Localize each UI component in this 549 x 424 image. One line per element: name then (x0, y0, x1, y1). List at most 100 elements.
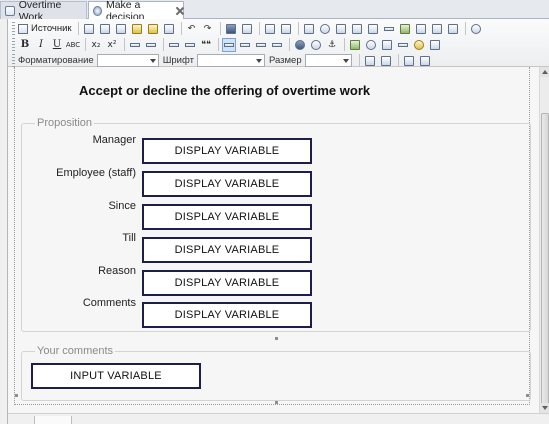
employee-display-variable[interactable]: DISPLAY VARIABLE (142, 171, 312, 197)
comments-input-variable[interactable]: INPUT VARIABLE (31, 363, 201, 389)
button-field-button[interactable] (382, 22, 396, 36)
text-color-button[interactable] (363, 54, 377, 68)
comments-display-variable[interactable]: DISPLAY VARIABLE (142, 302, 312, 328)
since-label: Since (108, 200, 136, 212)
superscript-button[interactable]: x² (105, 38, 119, 52)
paste-text-button[interactable] (146, 22, 160, 36)
separator (297, 22, 299, 35)
italic-button[interactable]: I (34, 38, 48, 52)
font-combo[interactable] (196, 54, 265, 67)
paste-button[interactable] (130, 22, 144, 36)
link-button[interactable] (293, 38, 307, 52)
bottom-tab-strip (8, 413, 549, 424)
underline-button[interactable]: U (50, 38, 64, 52)
till-display-variable[interactable]: DISPLAY VARIABLE (142, 237, 312, 263)
cut-button[interactable] (98, 22, 112, 36)
textarea-button[interactable] (350, 22, 364, 36)
preview-icon (403, 55, 414, 66)
undo-button[interactable]: ↶ (185, 22, 199, 36)
resize-handle[interactable] (275, 337, 278, 340)
strikethrough-button[interactable]: ABC (66, 38, 80, 52)
remove-format-button[interactable] (279, 22, 293, 36)
anchor-button[interactable]: ⚓ (325, 38, 339, 52)
blockquote-button[interactable]: ❝❝ (199, 38, 213, 52)
align-right-button[interactable] (254, 38, 268, 52)
separator (258, 22, 260, 35)
document-icon (5, 5, 15, 16)
preview-button[interactable] (402, 54, 416, 68)
flash-object-icon (366, 39, 376, 50)
table-button[interactable] (380, 38, 394, 52)
radio-button[interactable] (318, 22, 332, 36)
variable-button[interactable] (430, 22, 444, 36)
cut-icon (99, 23, 110, 34)
special-char-button[interactable] (428, 38, 442, 52)
close-tab-icon[interactable] (176, 7, 183, 15)
design-canvas[interactable]: Accept or decline the offering of overti… (8, 67, 539, 413)
separator (85, 38, 86, 51)
new-page-button[interactable] (82, 22, 96, 36)
outdent-button[interactable] (167, 38, 181, 52)
since-display-variable[interactable]: DISPLAY VARIABLE (142, 204, 312, 230)
resize-handle[interactable] (275, 401, 278, 404)
variable-icon (431, 23, 442, 34)
flash-button[interactable] (364, 38, 378, 52)
size-combo[interactable] (304, 54, 352, 67)
scrollbar-thumb[interactable] (541, 113, 549, 405)
align-left-button[interactable] (222, 37, 236, 52)
indent-button[interactable] (183, 38, 197, 52)
background-color-button[interactable] (379, 54, 393, 68)
tab-bar: Overtime Work Make a decision (0, 0, 549, 23)
toolbar-grip[interactable] (12, 22, 15, 35)
unlink-button[interactable] (309, 38, 323, 52)
resize-handle[interactable] (526, 394, 529, 397)
special-char-icon (430, 39, 440, 50)
format-combo[interactable] (96, 54, 159, 67)
manager-display-variable[interactable]: DISPLAY VARIABLE (142, 138, 312, 164)
scroll-up-arrow-icon[interactable] (540, 67, 549, 77)
show-blocks-button[interactable] (469, 22, 483, 36)
select-all-button[interactable] (263, 22, 277, 36)
image-button-button[interactable] (398, 22, 412, 36)
toolbar-grip[interactable] (12, 54, 15, 67)
unlink-icon (311, 39, 321, 50)
tab-overtime-work[interactable]: Overtime Work (0, 0, 87, 23)
scroll-down-arrow-icon[interactable] (540, 403, 549, 413)
replace-button[interactable] (240, 22, 254, 36)
align-justify-button[interactable] (270, 38, 284, 52)
separator (124, 38, 125, 51)
horizontal-rule-button[interactable] (396, 38, 410, 52)
textfield-button[interactable] (334, 22, 348, 36)
source-button[interactable]: Источник (18, 23, 72, 34)
source-icon (18, 23, 28, 34)
select-field-button[interactable] (366, 22, 380, 36)
help-icon (419, 55, 430, 66)
toolbar-row-2: B I U ABC x₂ x² ❝❝ ⚓ (12, 37, 444, 52)
manager-label: Manager (92, 134, 136, 146)
table-icon (382, 39, 392, 50)
tab-make-a-decision[interactable]: Make a decision (88, 0, 184, 23)
redo-button[interactable]: ↷ (201, 22, 215, 36)
smiley-button[interactable] (412, 38, 426, 52)
help-button[interactable] (418, 54, 432, 68)
fckeditor-button[interactable] (446, 22, 460, 36)
subscript-button[interactable]: x₂ (89, 38, 103, 52)
reason-display-variable[interactable]: DISPLAY VARIABLE (142, 270, 312, 296)
align-center-button[interactable] (238, 38, 252, 52)
hidden-field-button[interactable] (414, 22, 428, 36)
toolbar-grip[interactable] (12, 38, 15, 51)
numbered-list-button[interactable] (128, 38, 142, 52)
copy-button[interactable] (114, 22, 128, 36)
image-button[interactable] (348, 38, 362, 52)
your-comments-group[interactable]: Your comments INPUT VARIABLE (21, 345, 531, 401)
vertical-scrollbar[interactable] (539, 67, 549, 413)
resize-handle[interactable] (15, 394, 18, 397)
bold-button[interactable]: B (18, 38, 32, 52)
proposition-group[interactable]: Proposition Manager DISPLAY VARIABLE Emp… (21, 117, 531, 332)
globe-link-icon (295, 39, 305, 50)
bottom-tab[interactable] (34, 416, 72, 424)
paste-word-button[interactable] (162, 22, 176, 36)
bulleted-list-button[interactable] (144, 38, 158, 52)
checkbox-button[interactable] (302, 22, 316, 36)
find-button[interactable] (224, 22, 238, 36)
